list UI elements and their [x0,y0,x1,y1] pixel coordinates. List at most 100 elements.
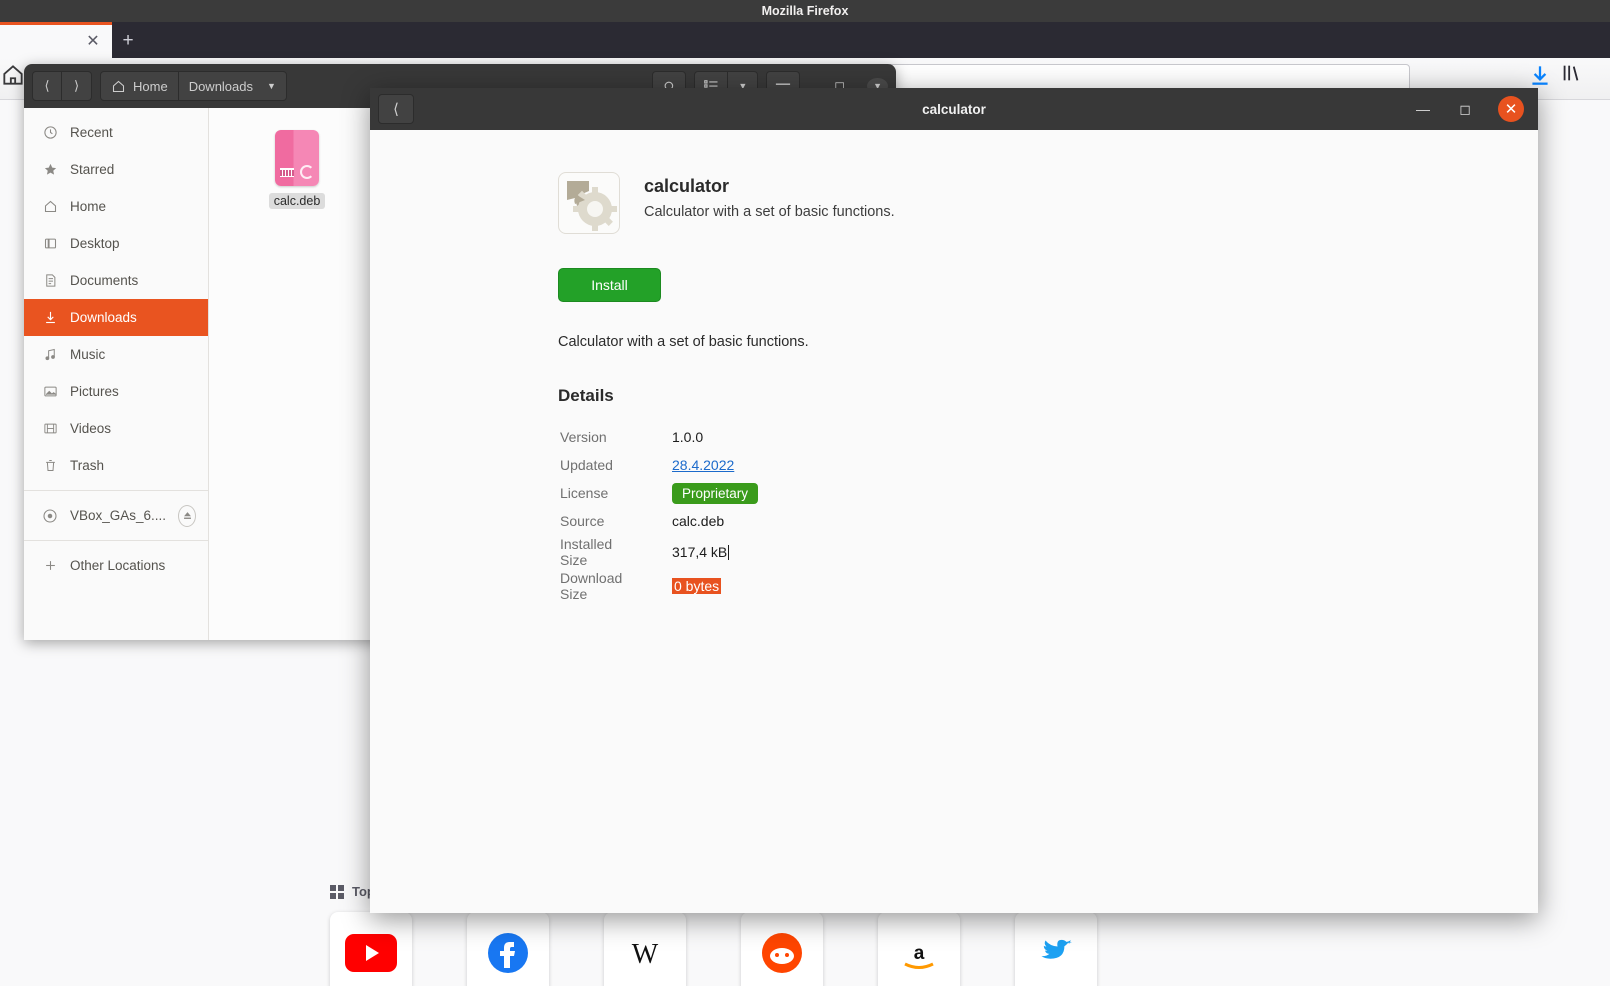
trash-icon [42,458,58,474]
sidebar-item-label: Documents [70,273,139,288]
sidebar-item-label: Starred [70,162,115,177]
shortcut-twitter[interactable]: twitter [1015,912,1097,986]
shortcut-tile[interactable]: a [878,912,960,986]
details-table: Version 1.0.0 Updated 28.4.2022 License … [558,422,760,604]
screen: Mozilla Firefox ✕ + Top W a ⟨ ⟩ Home Dow… [0,0,1610,986]
sidebar-item-starred[interactable]: Starred [24,151,208,188]
sidebar-item-label: Recent [70,125,113,140]
detail-row-download-size: Download Size 0 bytes [560,570,758,602]
detail-value: calc.deb [672,513,725,529]
detail-row-source: Source calc.deb [560,508,758,534]
detail-row-version: Version 1.0.0 [560,424,758,450]
amazon-icon: a [904,943,934,969]
breadcrumb-home[interactable]: Home [100,71,179,101]
file-item-calc-deb[interactable]: calc.deb [249,130,345,209]
reddit-icon [762,933,802,973]
window-controls: — ◻ ✕ [1414,96,1530,122]
firefox-titlebar: Mozilla Firefox [0,0,1610,22]
chevron-down-icon[interactable]: ▼ [267,81,276,91]
shortcut-facebook[interactable]: facebook [467,912,549,986]
picture-icon [42,384,58,400]
chevron-left-icon[interactable]: ⟨ [378,94,414,124]
sidebar-divider [24,490,208,491]
sidebar-item-label: Videos [70,421,112,436]
detail-value-selected: 0 bytes [672,578,722,594]
twitter-icon [1041,939,1072,959]
files-nav-group: ⟨ ⟩ [32,71,92,101]
sidebar-item-trash[interactable]: Trash [24,447,208,484]
sidebar-item-label: Other Locations [70,558,166,573]
shortcut-reddit[interactable]: reddit [741,912,823,986]
svg-text:a: a [914,943,925,964]
grid-icon [330,884,344,899]
download-arrow-icon[interactable] [1527,62,1553,88]
music-note-icon [42,347,58,363]
sidebar-item-documents[interactable]: Documents [24,262,208,299]
detail-value: 317,4 kB [672,544,728,560]
detail-row-license: License Proprietary [560,480,759,506]
sidebar-item-downloads[interactable]: Downloads [24,299,208,336]
app-text: calculator Calculator with a set of basi… [644,172,895,220]
sidebar-item-desktop[interactable]: Desktop [24,225,208,262]
sidebar-item-label: Trash [70,458,105,473]
chevron-left-icon[interactable]: ⟨ [32,71,62,101]
breadcrumb-home-label: Home [133,78,168,94]
updated-link[interactable]: 28.4.2022 [672,457,734,473]
library-icon[interactable] [1560,62,1586,88]
eject-icon[interactable] [178,504,196,527]
deb-package-icon [275,130,319,186]
download-icon [42,310,58,326]
software-details-window: ⟨ calculator — ◻ ✕ calculator Calculator… [370,88,1538,913]
facebook-icon [488,933,528,973]
shortcut-tile[interactable] [1015,912,1097,986]
maximize-icon[interactable]: ◻ [1456,100,1474,118]
detail-key: Source [560,513,605,529]
shortcut-wikipedia[interactable]: W wikipedia [604,912,686,986]
detail-key: Version [560,429,607,445]
desktop-icon [42,236,58,252]
minimize-icon[interactable]: — [1414,100,1432,118]
sidebar-item-label: Home [70,199,107,214]
details-heading: Details [558,386,614,405]
detail-value-cell: Proprietary [672,480,759,506]
firefox-tab-bar: ✕ + [0,22,1610,58]
close-icon[interactable]: ✕ [80,29,106,55]
chevron-right-icon[interactable]: ⟩ [62,71,92,101]
sidebar-item-recent[interactable]: Recent [24,114,208,151]
install-button[interactable]: Install [558,268,661,302]
shortcut-youtube[interactable]: youtube [330,912,412,986]
plus-icon[interactable]: + [114,26,142,54]
shortcut-tile[interactable] [741,912,823,986]
home-icon[interactable] [0,62,26,88]
firefox-window-title: Mozilla Firefox [761,4,849,18]
shortcut-tile[interactable]: W [604,912,686,986]
breadcrumb-current[interactable]: Downloads ▼ [178,71,287,101]
license-badge[interactable]: Proprietary [672,482,759,504]
youtube-icon [345,934,397,972]
sidebar-item-label: Downloads [70,310,137,325]
sidebar-item-home[interactable]: Home [24,188,208,225]
detail-row-installed-size: Installed Size 317,4 kB [560,536,758,568]
detail-value-cell: 0 bytes [672,570,758,602]
shortcut-tile[interactable] [330,912,412,986]
top-sites-header: Top [330,884,375,899]
home-icon [42,199,58,215]
sidebar-item-other-locations[interactable]: Other Locations [24,547,208,584]
close-icon[interactable]: ✕ [1498,96,1524,122]
sidebar-item-pictures[interactable]: Pictures [24,373,208,410]
sidebar-item-videos[interactable]: Videos [24,410,208,447]
shortcut-amazon[interactable]: a @amazon [878,912,960,986]
software-window-title: calculator [922,101,986,117]
sidebar-divider [24,540,208,541]
shortcut-tile[interactable] [467,912,549,986]
barcode-icon [280,168,294,177]
detail-value: 1.0.0 [672,429,704,445]
sidebar-item-music[interactable]: Music [24,336,208,373]
star-icon [42,162,58,178]
sidebar-item-label: Desktop [70,236,120,251]
breadcrumb-current-label: Downloads [188,78,254,94]
breadcrumb: Home Downloads ▼ [100,71,287,101]
sidebar-item-vbox-device[interactable]: VBox_GAs_6.... [24,497,208,534]
browser-tab[interactable]: ✕ [0,22,112,58]
sidebar-item-label: Music [70,347,106,362]
